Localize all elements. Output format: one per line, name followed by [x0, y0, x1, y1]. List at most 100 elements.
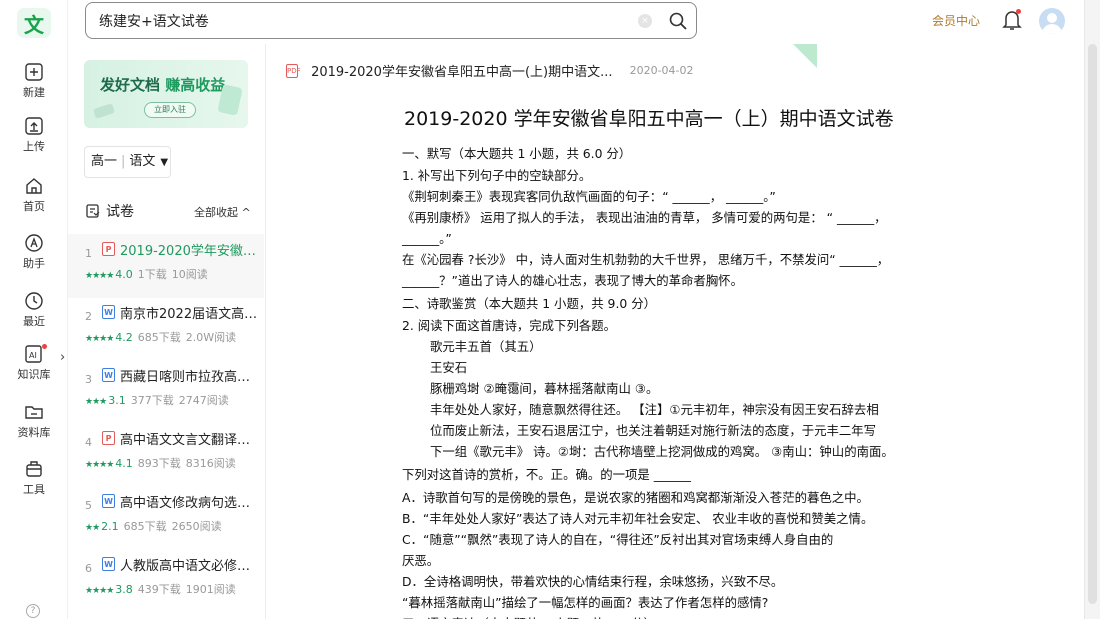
caret-down-icon: ▼ [160, 157, 169, 168]
item-meta: ★★★★ 4.0 1下载 10阅读 [85, 266, 208, 282]
scrollbar-thumb[interactable] [1088, 44, 1097, 604]
section-title: 试卷 [106, 204, 134, 220]
rating-value: 4.2 [115, 331, 133, 344]
doc-header: PDF 2019-2020学年安徽省阜阳五中高一(上)期中语文... 2020-… [286, 60, 694, 80]
rail-recent-button[interactable]: 最近 [4, 291, 64, 337]
rating-value: 3.1 [108, 394, 126, 407]
item-title: 南京市2022届语文高一期末试卷 [120, 307, 258, 322]
assistant-icon [25, 234, 43, 252]
page-line: 一、默写（本大题共 1 小题，共 6.0 分） [402, 146, 632, 161]
page-line: “暮林摇落献南山”描绘了一幅怎样的画面？表达了作者怎样的感情? [402, 595, 769, 610]
rail-assistant-label: 助手 [23, 257, 45, 270]
word-icon: W [102, 368, 115, 382]
search-input[interactable] [99, 3, 619, 38]
promo-banner[interactable]: 发好文档 赚高收益 立即入驻 [84, 60, 248, 128]
download-count: 377下载 [130, 394, 174, 407]
rating-stars-icon: ★★ [85, 523, 100, 533]
list-item[interactable]: 5W 高中语文修改病句选择题专项 ★★2.1 685下载 2650阅读 [68, 486, 264, 550]
page-line: ______。” [402, 231, 452, 246]
collapse-all-button[interactable]: 全部收起 ^ [194, 204, 251, 220]
rating-value: 3.8 [115, 583, 133, 596]
app-window: 文 新建 上传 首页 助手 最近 AI 知识库 › 资料库 工具 ? 练建安+语… [0, 0, 1100, 619]
left-rail: 文 新建 上传 首页 助手 最近 AI 知识库 › 资料库 工具 ? [0, 0, 68, 619]
list-item[interactable]: 2W 南京市2022届语文高一期末试卷 ★★★★4.2 685下载 2.0W阅读 [68, 297, 264, 361]
clear-search-icon[interactable]: × [638, 14, 652, 28]
page-line: 二、诗歌鉴赏（本大题共 1 小题，共 9.0 分） [402, 296, 656, 311]
document-viewer: PDF 2019-2020学年安徽省阜阳五中高一(上)期中语文... 2020-… [266, 44, 1084, 619]
rating-stars-icon: ★★★ [85, 397, 107, 407]
help-icon[interactable]: ? [26, 604, 40, 618]
item-meta: ★★★★ 4.2 685下载 2.0W阅读 [85, 329, 236, 345]
item-number: 5 [85, 499, 92, 512]
rail-tools-label: 工具 [23, 483, 45, 496]
rail-new-button[interactable]: 新建 [4, 62, 64, 108]
item-title: 高中语文修改病句选择题专项 [120, 496, 258, 511]
rating-value: 4.1 [115, 457, 133, 470]
page-line: 豚栅鸡埘 ②晻霭间，暮林摇落献南山 ③。 [430, 381, 659, 396]
rail-knowledge-button[interactable]: AI 知识库 [4, 344, 64, 390]
section-header: 试卷 全部收起 ^ [84, 201, 252, 223]
pdf-icon: P [102, 242, 115, 256]
plus-icon [25, 63, 43, 81]
download-count: 893下载 [137, 457, 181, 470]
read-count: 2.0W阅读 [185, 331, 237, 344]
avatar[interactable] [1039, 8, 1065, 34]
doc-list-sidebar: 发好文档 赚高收益 立即入驻 高一 | 语文 ▼ 试卷 全部收起 ^ 1 P 2019-2… [68, 44, 266, 619]
rail-recent-label: 最近 [23, 315, 45, 328]
member-center-link[interactable]: 会员中心 [932, 12, 980, 29]
search-box: × [85, 2, 697, 39]
top-bar: × 会员中心 [68, 0, 1084, 44]
page-line: A．诗歌首句写的是傍晚的景色，是说农家的猪圈和鸡窝都渐渐没入苍茫的暮色之中。 [402, 490, 869, 505]
banner-cta-button[interactable]: 立即入驻 [144, 102, 196, 118]
rail-new-label: 新建 [23, 86, 45, 99]
list-item[interactable]: 3W 西藏日喀则市拉孜高级中学试卷 ★★★3.1 377下载 2747阅读 [68, 360, 264, 424]
pdf-icon: PDF [286, 63, 301, 78]
rail-expand-chevron-icon[interactable]: › [60, 350, 65, 365]
rail-upload-button[interactable]: 上传 [4, 116, 64, 162]
rail-library-label: 资料库 [17, 426, 51, 439]
item-title: 人教版高中语文必修二测试卷 [120, 559, 258, 574]
document-page: 2019-2020 学年安徽省阜阳五中高一（上）期中语文试卷 一、默写（本大题共… [390, 100, 950, 619]
app-logo[interactable]: 文 [17, 8, 51, 38]
read-count: 1901阅读 [185, 583, 236, 596]
grade-value: 高一 [91, 154, 118, 169]
word-icon: W [102, 494, 115, 508]
list-item[interactable]: 6W 人教版高中语文必修二测试卷 ★★★★3.8 439下载 1901阅读 [68, 549, 264, 613]
page-line: C．“随意”“飘然”表现了诗人的自在，“得往还”反衬出其对官场束缚人身自由的 [402, 532, 834, 547]
list-item[interactable]: 4P 高中语文文言文翻译专项练习 ★★★★4.1 893下载 8316阅读 [68, 423, 264, 487]
rail-assistant-button[interactable]: 助手 [4, 233, 64, 279]
rail-library-button[interactable]: 资料库 [4, 402, 64, 448]
rating-stars-icon: ★★★★ [85, 586, 114, 596]
page-line: 位而废止新法，王安石退居江宁，也关注着朝廷对施行新法的态度，于元丰二年写 [430, 423, 877, 438]
rail-home-label: 首页 [23, 200, 45, 213]
grade-subject-select[interactable]: 高一 | 语文 ▼ [84, 146, 171, 178]
scrollbar[interactable] [1084, 0, 1100, 619]
word-icon: W [102, 557, 115, 571]
item-meta: ★★★★ 4.1 893下载 8316阅读 [85, 455, 236, 471]
page-line: 下一组《歌元丰》 诗。②埘：古代称墙壁上挖洞做成的鸡窝。 ③南山：钟山的南面。 [430, 444, 894, 459]
banner-decoration [217, 84, 243, 116]
rating-stars-icon: ★★★★ [85, 271, 114, 281]
download-count: 685下载 [137, 331, 181, 344]
rail-tools-button[interactable]: 工具 [4, 459, 64, 505]
item-number: 2 [85, 310, 92, 323]
search-icon[interactable] [668, 11, 688, 31]
list-item[interactable]: 1P 2019-2020学年安徽省阜阳五中高一(上)期中语文试卷 ★★★★4.0 1下… [68, 234, 264, 298]
rail-knowledge-label: 知识库 [17, 368, 51, 381]
page-line: 在《沁园春 ?长沙》 中，诗人面对生机勃勃的大千世界， 思绪万千，不禁发问“ _… [402, 252, 890, 267]
page-line: 歌元丰五首（其五） [430, 339, 542, 354]
read-count: 2747阅读 [178, 394, 229, 407]
rating-stars-icon: ★★★★ [85, 460, 114, 470]
rail-home-button[interactable]: 首页 [4, 176, 64, 222]
word-icon: W [102, 305, 115, 319]
page-line: 王安石 [430, 360, 468, 375]
doc-title[interactable]: 2019-2020学年安徽省阜阳五中高一(上)期中语文... [311, 65, 612, 80]
toolbox-icon [26, 461, 42, 477]
download-count: 685下载 [123, 520, 167, 533]
item-meta: ★★★ 3.1 377下载 2747阅读 [85, 392, 229, 408]
folder-icon [25, 406, 43, 419]
banner-title: 发好文档 赚高收益 [100, 76, 226, 94]
item-number: 3 [85, 373, 92, 386]
page-line: 2. 阅读下面这首唐诗，完成下列各题。 [402, 318, 617, 333]
pdf-icon: P [102, 431, 115, 445]
